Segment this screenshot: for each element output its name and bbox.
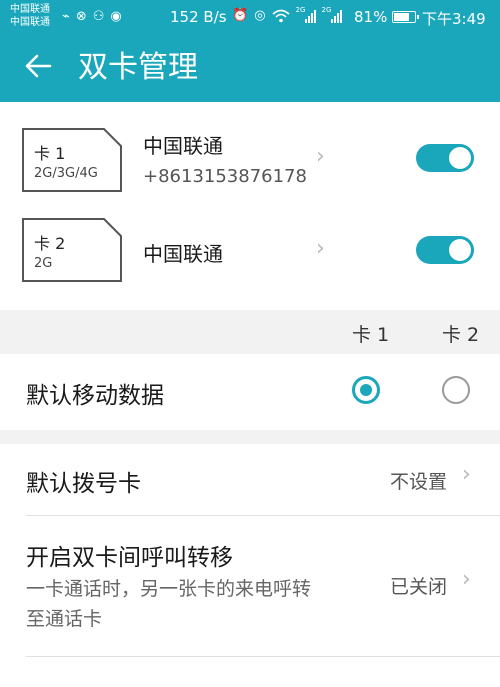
app-bar: 双卡管理 <box>0 34 500 102</box>
chevron-right-icon: › <box>462 462 471 487</box>
battery-percent: 81% <box>354 8 388 26</box>
call-forward-value: 已关闭 <box>390 576 448 598</box>
chevron-right-icon: › <box>462 567 471 592</box>
carrier-labels: 中国联通 中国联通 <box>10 3 50 29</box>
column-card1-label: 卡 1 <box>352 324 390 346</box>
bug-icon: ⚇ <box>92 9 105 24</box>
chevron-right-icon: › <box>316 236 325 261</box>
sim-carrier: 中国联通 <box>143 134 223 158</box>
signal-sim1-label: 2G <box>295 6 306 14</box>
divider <box>26 656 500 657</box>
wifi-icon <box>272 9 290 23</box>
sim-row-2[interactable]: 卡 2 2G 中国联通 › <box>0 208 500 288</box>
sim-network: 2G <box>34 256 53 271</box>
sim-number: +8613153876178 <box>143 166 307 187</box>
signal-sim1-icon: 2G <box>295 6 316 23</box>
network-speed: 152 B/s <box>170 8 227 26</box>
arrow-left-icon[interactable] <box>22 50 54 82</box>
signal-sim2-icon: 2G <box>321 6 342 23</box>
app-icon: ◉ <box>110 9 122 24</box>
divider <box>26 515 500 516</box>
alarm-icon: ⏰ <box>232 8 249 23</box>
toggle-knob <box>449 147 471 169</box>
chevron-right-icon: › <box>316 144 325 169</box>
default-data-card1-radio[interactable] <box>352 376 380 404</box>
toggle-knob <box>449 239 471 261</box>
call-forward-description: 一卡通话时，另一张卡的来电呼转至通话卡 <box>26 578 312 630</box>
page-title: 双卡管理 <box>78 50 198 85</box>
sim2-toggle[interactable] <box>416 236 474 264</box>
default-dial-label: 默认拨号卡 <box>26 471 141 497</box>
clock: 下午3:49 <box>422 10 486 28</box>
call-forward-label: 开启双卡间呼叫转移 <box>26 545 233 571</box>
sim-row-1[interactable]: 卡 1 2G/3G/4G 中国联通 +8613153876178 › <box>0 118 500 198</box>
sim1-toggle[interactable] <box>416 144 474 172</box>
column-card2-label: 卡 2 <box>442 324 480 346</box>
default-dial-value: 不设置 <box>390 471 448 493</box>
status-bar: 中国联通 中国联通 ⌁ ⊗ ⚇ ◉ 152 B/s ⏰ ◎ 2G 2G 81% … <box>0 0 500 34</box>
eye-icon: ◎ <box>254 8 266 23</box>
signal-sim2-label: 2G <box>321 6 332 14</box>
sim-name: 卡 2 <box>34 234 66 253</box>
sim-card-icon: 卡 2 2G <box>22 218 122 282</box>
sim-network: 2G/3G/4G <box>34 166 98 181</box>
activity-icon: ⌁ <box>62 9 70 24</box>
battery-fill <box>394 13 409 21</box>
default-data-label: 默认移动数据 <box>26 383 164 409</box>
sim-card-icon: 卡 1 2G/3G/4G <box>22 128 122 192</box>
column-header-band <box>0 310 500 354</box>
sim-name: 卡 1 <box>34 144 66 163</box>
battery-icon <box>392 11 419 23</box>
default-data-card2-radio[interactable] <box>442 376 470 404</box>
link-icon: ⊗ <box>75 9 87 24</box>
section-separator <box>0 430 500 444</box>
carrier-2: 中国联通 <box>10 17 50 28</box>
sim-carrier: 中国联通 <box>143 242 223 266</box>
carrier-1: 中国联通 <box>10 4 50 15</box>
